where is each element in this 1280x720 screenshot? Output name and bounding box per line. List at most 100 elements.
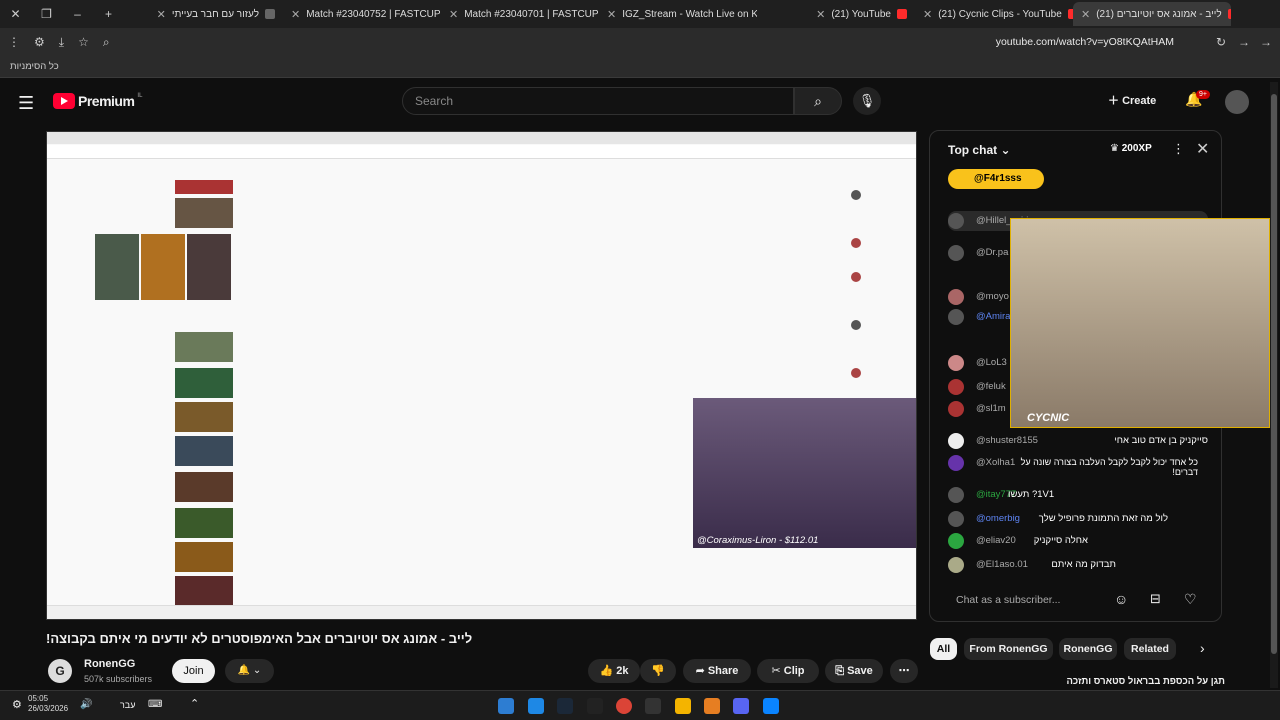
recommended-video-title[interactable]: תגן על הכספת בבראול סטארס ותזכה: [929, 676, 1226, 688]
like-button[interactable]: 👍 2k: [588, 659, 640, 683]
chip-channel[interactable]: RonenGG: [1059, 638, 1117, 660]
tray-chevron-icon[interactable]: ⌃: [190, 697, 199, 710]
scrollbar-thumb[interactable]: [1271, 94, 1277, 654]
clock[interactable]: 05:05 26/03/2026: [28, 694, 68, 714]
star-icon[interactable]: ☆: [78, 35, 89, 49]
taskbar-app-icon[interactable]: [704, 698, 720, 714]
close-chat-icon[interactable]: ✕: [1196, 139, 1209, 159]
steam-icon[interactable]: [557, 698, 573, 714]
save-button[interactable]: ⎘ Save: [825, 659, 883, 683]
taskbar-app-icon[interactable]: [498, 698, 514, 714]
page-scrollbar[interactable]: [1270, 82, 1278, 688]
chat-username: @LoL3: [976, 357, 1007, 368]
webcam-label: @Coraximus-Liron - $112.01: [697, 535, 819, 546]
thumbs-up-icon: 👍: [599, 665, 614, 677]
chrome-icon[interactable]: [616, 698, 632, 714]
create-button[interactable]: ＋ Create: [1108, 92, 1156, 108]
camera-name-label: CYCNIC: [1027, 412, 1070, 424]
settings-tray-icon[interactable]: ⚙: [12, 698, 22, 711]
xp-value: 200XP: [1121, 143, 1152, 154]
close-tab-icon[interactable]: ✕: [923, 8, 932, 21]
forward-icon[interactable]: →: [1238, 35, 1250, 49]
search-button-icon[interactable]: ⌕: [794, 87, 842, 115]
xp-badge[interactable]: ♛ 200XP: [1110, 143, 1152, 154]
avatar[interactable]: [1225, 90, 1249, 114]
voice-search-icon[interactable]: 🎙: [853, 87, 881, 115]
reload-icon[interactable]: ↻: [1216, 35, 1226, 49]
close-tab-icon[interactable]: ✕: [291, 8, 300, 21]
clip-label: Clip: [783, 665, 805, 677]
download-icon[interactable]: ⤓: [59, 35, 64, 50]
zoom-icon[interactable]: ⌕: [103, 35, 110, 50]
clip-button[interactable]: ✂ Clip: [757, 659, 819, 683]
share-icon: ➦: [695, 665, 705, 677]
chat-message: @El1aso.01 תבדוק מה איתם: [948, 557, 1208, 575]
chip-from-channel[interactable]: From RonenGG: [964, 638, 1053, 660]
taskbar-app-icon[interactable]: [528, 698, 544, 714]
youtube-logo[interactable]: Premium IL: [53, 93, 142, 109]
chat-mode-selector[interactable]: Top chat ⌄: [948, 143, 1011, 157]
close-tab-icon[interactable]: ✕: [157, 8, 166, 21]
close-tab-icon[interactable]: ✕: [1081, 8, 1090, 21]
chip-related[interactable]: Related: [1124, 638, 1176, 660]
browser-tab[interactable]: ✕ (21) Cycnic Clips - YouTube: [915, 2, 1073, 26]
restore-window-icon[interactable]: ❐: [31, 7, 62, 21]
emoji-icon[interactable]: ☺: [1114, 591, 1128, 607]
dislike-button[interactable]: 👎: [640, 659, 676, 683]
volume-icon[interactable]: 🔊: [80, 699, 92, 710]
subscription-bell-button[interactable]: 🔔 ⌄: [225, 659, 274, 683]
browser-tab[interactable]: ✕ Match #23040701 | FASTCUP: [441, 2, 599, 26]
close-window-icon[interactable]: ✕: [0, 7, 31, 21]
channel-avatar[interactable]: G: [48, 659, 72, 683]
menu-dots-icon[interactable]: ⋮: [8, 35, 20, 49]
browser-tab-active[interactable]: ✕ (21) לייב - אמונג אס יוטיוברים: [1073, 2, 1231, 26]
discord-icon[interactable]: [733, 698, 749, 714]
share-button[interactable]: ➦ Share: [683, 659, 751, 683]
language-indicator[interactable]: עבר: [120, 700, 135, 710]
chat-menu-icon[interactable]: ⋮: [1172, 141, 1185, 157]
browser-tab[interactable]: ✕ לעזור עם חבר בעייתי: [125, 2, 283, 26]
close-tab-icon[interactable]: ✕: [816, 8, 825, 21]
tab-favicon-icon: [1227, 9, 1231, 19]
hamburger-menu-icon[interactable]: ☰: [18, 93, 34, 114]
chat-message: @itay777 1V1? תעשו: [948, 487, 1208, 505]
chat-username: @feluk: [976, 381, 1006, 392]
epic-games-icon[interactable]: [645, 698, 661, 714]
heart-icon[interactable]: ♡: [1184, 591, 1197, 608]
extensions-icon[interactable]: ⚙: [34, 35, 45, 49]
video-thumbnail: [175, 436, 233, 466]
file-explorer-icon[interactable]: [675, 698, 691, 714]
keyboard-icon[interactable]: ⌨: [148, 699, 162, 710]
chevron-right-icon[interactable]: ›: [1200, 640, 1205, 656]
taskbar-app-icon[interactable]: [587, 698, 603, 714]
create-label: Create: [1122, 95, 1157, 107]
all-bookmarks[interactable]: כל הסימניות: [10, 61, 59, 72]
join-button[interactable]: Join: [172, 659, 215, 683]
chat-avatar: [948, 289, 964, 305]
browser-tab[interactable]: ✕ (21) YouTube: [757, 2, 915, 26]
video-thumbnail: [175, 332, 233, 362]
address-bar[interactable]: youtube.com/watch?v=yO8tKQAtHAM: [996, 36, 1174, 48]
chat-text: אחלה סייקניק: [1033, 535, 1088, 546]
pinned-user-badge[interactable]: @F4r1sss: [948, 169, 1044, 189]
video-thumbnail: [175, 542, 233, 572]
youtube-header: ☰ Premium IL Search ⌕ 🎙 ＋ Create 🔔 9+: [0, 80, 1268, 124]
video-title: לייב - אמונג אס יוטיוברים אבל האימפוסטרי…: [46, 631, 473, 646]
chat-input[interactable]: Chat as a subscriber...: [948, 589, 1118, 611]
chip-all[interactable]: All: [930, 638, 957, 660]
minimize-window-icon[interactable]: –: [62, 7, 93, 21]
super-chat-icon[interactable]: ⊟: [1150, 591, 1161, 607]
more-actions-button[interactable]: ⋯: [890, 659, 918, 683]
back-icon[interactable]: →: [1260, 35, 1272, 49]
browser-tab[interactable]: ✕ Match #23040752 | FASTCUP: [283, 2, 441, 26]
search-input[interactable]: Search: [402, 87, 794, 115]
close-tab-icon[interactable]: ✕: [607, 8, 616, 21]
new-tab-icon[interactable]: +: [93, 7, 124, 21]
windows-start-icon[interactable]: [763, 698, 779, 714]
chat-username: @Dr.pa: [976, 247, 1009, 258]
share-label: Share: [707, 665, 739, 677]
channel-name[interactable]: RonenGG: [84, 658, 135, 670]
video-player[interactable]: @Coraximus-Liron - $112.01: [46, 131, 917, 620]
close-tab-icon[interactable]: ✕: [449, 8, 458, 21]
browser-tab[interactable]: ✕ IGZ_Stream - Watch Live on Ki...: [599, 2, 757, 26]
